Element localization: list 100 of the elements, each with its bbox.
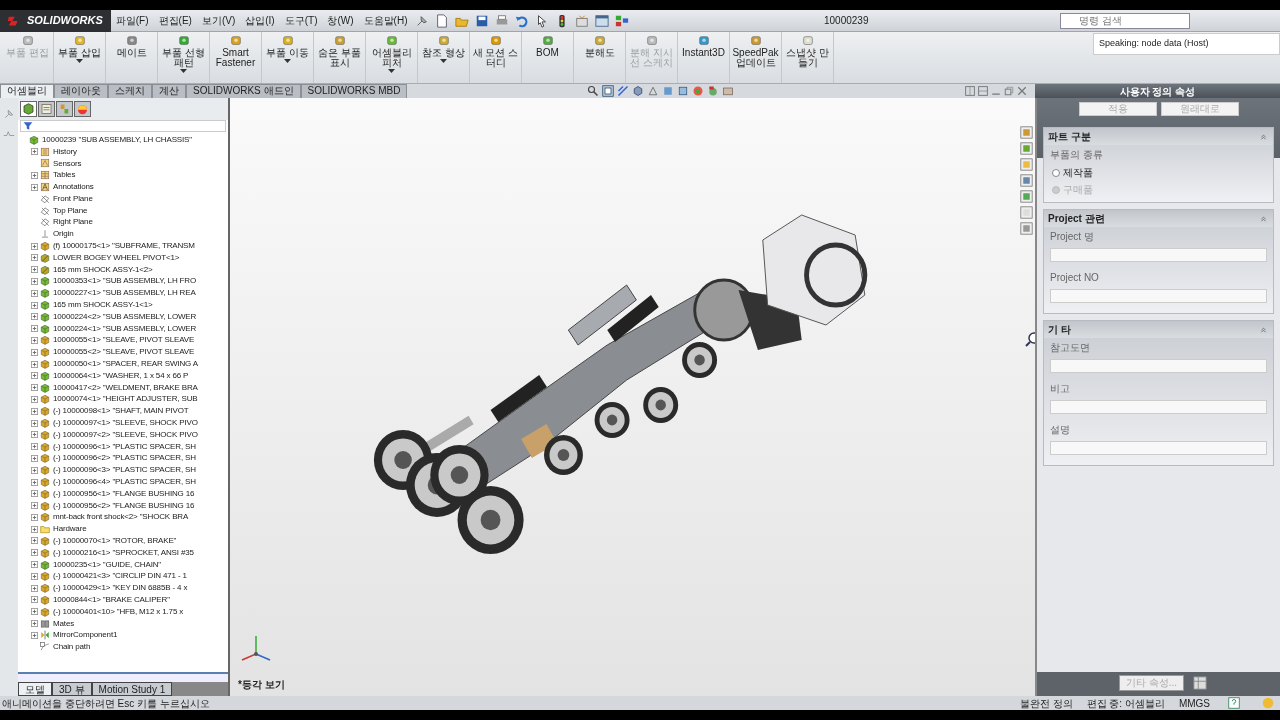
text-field[interactable] [1050, 441, 1267, 455]
tree-item[interactable]: Tables [53, 169, 76, 182]
close-icon[interactable] [1017, 86, 1027, 96]
ribbon-button[interactable]: Instant3D [678, 32, 730, 83]
zoom-icon[interactable] [587, 85, 600, 97]
tree-item[interactable]: 10000055<2> "SLEAVE, PIVOT SLEAVE [53, 346, 195, 359]
ribbon-button[interactable]: 스냅샷 만들기 [782, 32, 834, 83]
expand-icon[interactable] [31, 608, 38, 616]
expand-icon[interactable] [31, 148, 38, 156]
units-selector[interactable]: MMGS [1178, 695, 1210, 711]
tile-icon[interactable] [965, 86, 975, 96]
window-icon[interactable] [595, 13, 610, 28]
text-field[interactable] [1050, 400, 1267, 414]
tree-item[interactable]: Top Plane [53, 204, 88, 217]
ribbon-button[interactable]: 부품 선형 패턴 [158, 32, 210, 83]
menu-item[interactable]: 창(W) [322, 13, 359, 28]
tree-item[interactable]: Chain path [53, 641, 91, 654]
ribbon-button[interactable]: SpeedPak 업데이트 [730, 32, 782, 83]
expand-icon[interactable] [31, 242, 38, 250]
blocks-icon[interactable] [615, 13, 630, 28]
command-tab[interactable]: 레이아웃 [54, 84, 108, 98]
expand-icon[interactable] [31, 277, 38, 285]
tree-item[interactable]: (f) 10000175<1> "SUBFRAME, TRANSM [53, 240, 195, 253]
expand-icon[interactable] [31, 171, 38, 179]
tree-item[interactable]: 10000224<2> "SUB ASSMEBLY, LOWER [53, 310, 197, 323]
configuration-icon[interactable] [56, 101, 73, 117]
expand-icon[interactable] [31, 561, 38, 569]
command-tab[interactable]: 스케치 [108, 84, 152, 98]
tree-item[interactable]: 165 mm SHOCK ASSY-1<2> [53, 263, 153, 276]
expand-icon[interactable] [31, 502, 38, 510]
tree-item[interactable]: Annotations [53, 181, 94, 194]
tree-item[interactable]: 10000055<1> "SLEAVE, PIVOT SLEAVE [53, 334, 195, 347]
tree-item[interactable]: Mates [53, 617, 75, 630]
edit-appearance-icon[interactable] [692, 85, 705, 97]
tree-item[interactable]: 10000417<2> "WELDMENT, BRAKE BRA [53, 381, 198, 394]
ribbon-button[interactable]: 메이트 [106, 32, 158, 83]
ribbon-button[interactable]: 부품 삽입 [54, 32, 106, 83]
ribbon-button[interactable]: 새 모션 스터디 [470, 32, 522, 83]
undo-icon[interactable] [515, 13, 530, 28]
expand-icon[interactable] [31, 525, 38, 533]
tree-item[interactable]: 10000353<1> "SUB ASSEMBLY, LH FRO [53, 275, 196, 288]
zoom-area-icon[interactable] [602, 85, 615, 97]
tree-item[interactable]: Right Plane [53, 216, 93, 229]
tree-item[interactable]: (-) 10000956<2> "FLANGE BUSHING 16 [53, 499, 195, 512]
new-document-icon[interactable] [435, 13, 450, 28]
tree-item[interactable]: 10000844<1> "BRAKE CALIPER" [53, 594, 170, 606]
menu-item[interactable]: 보기(V) [196, 13, 241, 28]
tree-item[interactable]: (-) 10000097<1> "SLEEVE, SHOCK PIVO [53, 417, 198, 430]
menu-item[interactable]: 도구(T) [279, 13, 323, 28]
tree-item[interactable]: (-) 10000098<1> "SHAFT, MAIN PIVOT [53, 405, 189, 418]
table-icon[interactable] [1193, 676, 1207, 690]
ribbon-button[interactable]: Smart Fastener [210, 32, 262, 83]
expand-icon[interactable] [31, 537, 38, 545]
tree-item[interactable]: (-) 10000421<3> "CIRCLIP DIN 471 - 1 [53, 570, 187, 583]
section-icon[interactable] [617, 85, 630, 97]
text-field[interactable] [1050, 359, 1267, 373]
tree-item[interactable]: MirrorComponent1 [53, 629, 118, 642]
tree-item[interactable]: 165 mm SHOCK ASSY-1<1> [53, 299, 153, 312]
expand-icon[interactable] [31, 289, 38, 297]
expand-icon[interactable] [31, 407, 38, 415]
tree-item[interactable]: (-) 10000956<1> "FLANGE BUSHING 16 [53, 487, 195, 500]
pin-icon[interactable] [415, 13, 430, 28]
expand-icon[interactable] [31, 490, 38, 498]
expand-icon[interactable] [31, 419, 38, 427]
view-tab[interactable]: Motion Study 1 [91, 682, 173, 696]
expand-icon[interactable] [31, 443, 38, 451]
tree-item[interactable]: (-) 10000070<1> "ROTOR, BRAKE" [53, 535, 177, 547]
command-tab[interactable]: 어셈블리 [0, 84, 54, 98]
ribbon-button[interactable]: BOM [522, 32, 574, 83]
expand-icon[interactable] [31, 183, 38, 191]
expand-icon[interactable] [31, 466, 38, 474]
tree-item[interactable]: (-) 10000097<2> "SLEEVE, SHOCK PIVO [53, 428, 198, 441]
expand-icon[interactable] [31, 596, 38, 604]
tree-item[interactable]: 10000050<1> "SPACER, REAR SWING A [53, 358, 198, 371]
tree-item[interactable]: (-) 10000216<1> "SPROCKET, ANSI #35 [53, 546, 194, 559]
tree-item[interactable]: 10000239 "SUB ASSEMBLY, LH CHASSIS" [42, 133, 192, 146]
tree-item[interactable]: 10000074<1> "HEIGHT ADJUSTER, SUB [53, 393, 198, 406]
command-tab[interactable]: SOLIDWORKS 애드인 [186, 84, 301, 98]
tree-item[interactable]: 10000227<1> "SUB ASSEMBLY, LH REA [53, 287, 196, 300]
tree-item[interactable]: Sensors [53, 157, 82, 170]
save-icon[interactable] [475, 13, 490, 28]
menu-item[interactable]: 도움말(H) [358, 13, 413, 28]
ribbon-button[interactable]: 숨은 부품 표시 [314, 32, 366, 83]
tree-item[interactable]: 10000224<1> "SUB ASSMEBLY, LOWER [53, 322, 197, 335]
expand-icon[interactable] [31, 395, 38, 403]
expand-icon[interactable] [31, 572, 38, 580]
view-tab[interactable]: 3D 뷰 [52, 682, 92, 696]
tree-item[interactable]: Hardware [53, 523, 87, 536]
tree-item[interactable]: (-) 10000096<1> "PLASTIC SPACER, SH [53, 440, 196, 453]
restore-icon[interactable] [1004, 86, 1014, 96]
view-tab[interactable]: 모델 [18, 682, 52, 696]
expand-icon[interactable] [31, 384, 38, 392]
expand-icon[interactable] [31, 513, 38, 521]
tree-item[interactable]: (-) 10000096<4> "PLASTIC SPACER, SH [53, 476, 196, 488]
ribbon-button[interactable]: 부품 이동 [262, 32, 314, 83]
expand-icon[interactable] [31, 454, 38, 462]
expand-icon[interactable] [31, 313, 38, 321]
menu-item[interactable]: 편집(E) [153, 13, 197, 28]
print-icon[interactable] [495, 13, 510, 28]
tree-item[interactable]: (-) 10000429<1> "KEY DIN 6885B - 4 x [53, 582, 188, 595]
